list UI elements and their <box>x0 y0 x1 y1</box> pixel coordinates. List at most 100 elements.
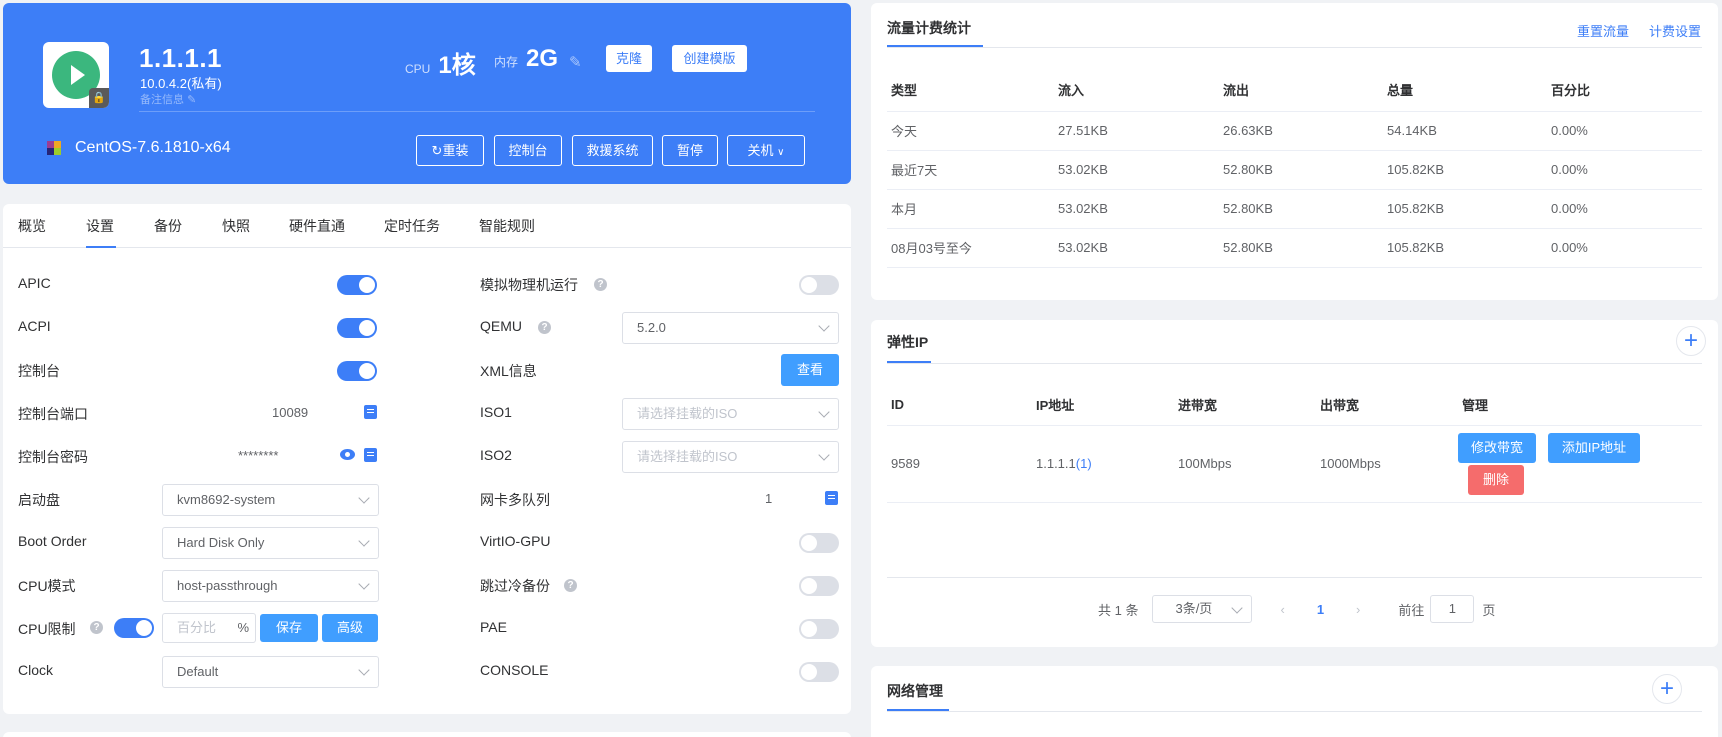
reinstall-label: 重装 <box>442 143 469 158</box>
help-icon[interactable]: ? <box>90 621 103 634</box>
simulate-physical-toggle[interactable] <box>799 275 839 295</box>
traffic-cell: 53.02KB <box>1054 228 1219 268</box>
iso1-select[interactable]: 请选择挂载的ISO <box>622 398 839 430</box>
skip-cold-backup-toggle[interactable] <box>799 576 839 596</box>
server-status-icon: 🔒 <box>43 42 109 108</box>
header-divider <box>139 111 815 112</box>
cpu-value: 1核 <box>438 52 476 79</box>
boot-order-select[interactable]: Hard Disk Only <box>162 527 379 559</box>
acpi-toggle[interactable] <box>337 318 377 338</box>
view-xml-button[interactable]: 查看 <box>781 354 839 386</box>
chevron-down-icon <box>818 449 830 461</box>
tab-backup[interactable]: 备份 <box>154 216 182 236</box>
modify-bandwidth-button[interactable]: 修改带宽 <box>1458 432 1536 463</box>
refresh-icon: ↻ <box>431 143 443 158</box>
cpu-limit-placeholder: 百分比 <box>177 620 217 635</box>
cpu-label: CPU <box>405 62 431 76</box>
boot-disk-select[interactable]: kvm8692-system <box>162 484 379 516</box>
tab-overview[interactable]: 概览 <box>18 216 46 236</box>
clone-button[interactable]: 克隆 <box>606 45 652 72</box>
page-size-value: 3条/页 <box>1175 601 1213 616</box>
server-private-ip: 10.0.4.2(私有) <box>140 76 222 91</box>
tab-settings[interactable]: 设置 <box>86 216 114 236</box>
edit-spec-icon[interactable]: ✎ <box>569 53 582 71</box>
tab-snapshot[interactable]: 快照 <box>222 216 250 236</box>
iso2-select[interactable]: 请选择挂载的ISO <box>622 441 839 473</box>
cpu-mode-select[interactable]: host-passthrough <box>162 570 379 602</box>
tab-bar: 概览 设置 备份 快照 硬件直通 定时任务 智能规则 <box>3 204 851 248</box>
table-row: 本月 53.02KB 52.80KB 105.82KB 0.00% <box>887 189 1702 229</box>
clock-select[interactable]: Default <box>162 656 379 688</box>
traffic-cell: 52.80KB <box>1219 189 1383 229</box>
edit-icon[interactable] <box>364 405 377 419</box>
col-in-bw: 进带宽 <box>1174 385 1316 426</box>
apic-toggle[interactable] <box>337 275 377 295</box>
help-icon[interactable]: ? <box>594 278 607 291</box>
boot-disk-label: 启动盘 <box>18 492 60 508</box>
advanced-button[interactable]: 高级 <box>322 614 378 642</box>
qemu-label: QEMU <box>480 318 522 334</box>
traffic-cell: 54.14KB <box>1383 111 1547 151</box>
traffic-col-header: 流出 <box>1219 68 1383 112</box>
delete-button[interactable]: 删除 <box>1468 464 1524 495</box>
save-button[interactable]: 保存 <box>260 614 318 642</box>
col-manage: 管理 <box>1458 385 1702 426</box>
pager-total: 共 1 条 <box>1098 602 1139 618</box>
chevron-down-icon <box>358 578 370 590</box>
help-icon[interactable]: ? <box>538 321 551 334</box>
edit-icon[interactable] <box>825 491 838 505</box>
add-network-icon[interactable]: + <box>1652 674 1682 704</box>
traffic-cell: 52.80KB <box>1219 150 1383 190</box>
help-icon[interactable]: ? <box>564 579 577 592</box>
boot-order-label: Boot Order <box>18 533 87 549</box>
billing-settings-link[interactable]: 计费设置 <box>1649 21 1701 40</box>
console-option-toggle[interactable] <box>799 662 839 682</box>
edit-icon[interactable] <box>364 448 377 462</box>
traffic-cell: 0.00% <box>1547 150 1702 190</box>
remark-field[interactable]: 备注信息 ✎ <box>140 91 196 107</box>
goto-suffix: 页 <box>1482 602 1496 618</box>
create-template-button[interactable]: 创建模版 <box>672 45 747 72</box>
goto-page-input[interactable]: 1 <box>1430 595 1475 623</box>
rescue-system-button[interactable]: 救援系统 <box>572 135 653 166</box>
console-button[interactable]: 控制台 <box>494 135 562 166</box>
traffic-cell: 本月 <box>887 189 1054 229</box>
qemu-select[interactable]: 5.2.0 <box>622 312 839 344</box>
traffic-cell: 53.02KB <box>1054 150 1219 190</box>
next-card-edge <box>3 732 851 737</box>
console-option-label: CONSOLE <box>480 662 549 678</box>
reinstall-button[interactable]: ↻重装 <box>416 135 484 166</box>
chevron-down-icon: ∨ <box>777 147 785 158</box>
qemu-value: 5.2.0 <box>637 320 666 335</box>
eip-ip-count-link[interactable]: (1) <box>1076 456 1092 471</box>
add-ip-button[interactable]: 添加IP地址 <box>1548 432 1640 463</box>
traffic-col-header: 百分比 <box>1547 68 1702 112</box>
next-page-icon[interactable]: › <box>1356 602 1360 617</box>
eye-icon[interactable] <box>340 449 355 460</box>
elastic-ip-card: 弹性IP + ID IP地址 进带宽 出带宽 管理 9589 1.1.1.1(1… <box>871 320 1718 647</box>
eip-ip-cell: 1.1.1.1(1) <box>1032 425 1174 503</box>
pager-current-page[interactable]: 1 <box>1317 602 1324 617</box>
tab-smart-rules[interactable]: 智能规则 <box>479 216 535 236</box>
tab-hardware-passthrough[interactable]: 硬件直通 <box>289 216 345 236</box>
add-elastic-ip-icon[interactable]: + <box>1676 326 1706 356</box>
percent-unit: % <box>237 620 249 635</box>
server-header-card: 🔒 1.1.1.1 10.0.4.2(私有) 备注信息 ✎ CPU 1核 内存 … <box>3 3 851 184</box>
traffic-cell: 53.02KB <box>1054 189 1219 229</box>
console-toggle[interactable] <box>337 361 377 381</box>
tab-scheduled-tasks[interactable]: 定时任务 <box>384 216 440 236</box>
table-row: 08月03号至今 53.02KB 52.80KB 105.82KB 0.00% <box>887 228 1702 268</box>
prev-page-icon[interactable]: ‹ <box>1280 602 1284 617</box>
virtio-gpu-toggle[interactable] <box>799 533 839 553</box>
page-size-select[interactable]: 3条/页 <box>1152 595 1253 623</box>
shutdown-dropdown[interactable]: 关机 ∨ <box>727 135 805 166</box>
col-id: ID <box>887 385 1032 426</box>
eip-in-bw: 100Mbps <box>1174 425 1316 503</box>
cpu-limit-input[interactable]: 百分比% <box>162 613 256 643</box>
pencil-icon[interactable]: ✎ <box>187 94 196 106</box>
pause-button[interactable]: 暂停 <box>662 135 718 166</box>
cpu-limit-toggle[interactable] <box>114 618 154 638</box>
traffic-cell: 今天 <box>887 111 1054 151</box>
pae-toggle[interactable] <box>799 619 839 639</box>
reset-traffic-link[interactable]: 重置流量 <box>1577 21 1629 40</box>
